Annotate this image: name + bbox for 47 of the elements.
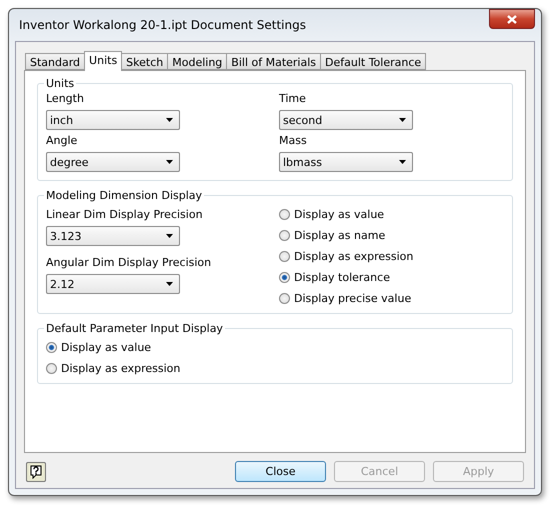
caret-icon — [166, 234, 173, 238]
close-button[interactable] — [489, 9, 535, 29]
field-label: Time — [279, 92, 307, 105]
caret-icon — [399, 118, 406, 122]
radio-button[interactable] — [279, 209, 290, 220]
radio-label: Display tolerance — [294, 271, 390, 284]
dropdown[interactable]: degree — [46, 152, 180, 172]
tab[interactable]: Units — [84, 51, 122, 71]
field-label: Length — [46, 92, 85, 105]
window-title: Inventor Workalong 20-1.ipt Document Settings — [18, 18, 306, 32]
help-button[interactable] — [26, 462, 46, 482]
field-label: Linear Dim Display Precision — [46, 208, 204, 221]
tab[interactable]: Standard — [25, 53, 86, 70]
field-label: Angular Dim Display Precision — [46, 256, 212, 269]
field-label: Mass — [279, 134, 308, 147]
dropdown[interactable]: 3.123 — [46, 226, 180, 246]
radio-button[interactable] — [279, 293, 290, 304]
field-label: Angle — [46, 134, 78, 147]
radio-button[interactable] — [279, 230, 290, 241]
group-title: Modeling Dimension Display — [45, 189, 204, 202]
radio-label: Display as value — [61, 341, 152, 354]
radio-label: Display as name — [294, 229, 386, 242]
radio-button[interactable] — [279, 272, 290, 283]
caret-icon — [166, 160, 173, 164]
help-icon — [29, 464, 43, 478]
radio-label: Display as value — [294, 208, 384, 221]
radio-label: Display precise value — [294, 292, 412, 305]
caret-icon — [166, 118, 173, 122]
dialog-button[interactable]: Close — [235, 461, 326, 482]
radio-label: Display as expression — [294, 250, 414, 263]
dropdown[interactable]: inch — [46, 110, 180, 130]
dropdown[interactable]: 2.12 — [46, 274, 180, 294]
caret-icon — [166, 282, 173, 286]
radio-label: Display as expression — [61, 362, 180, 375]
group-title: Default Parameter Input Display — [45, 322, 224, 335]
tab[interactable]: Default Tolerance — [320, 53, 426, 70]
tab[interactable]: Bill of Materials — [226, 53, 322, 70]
radio-button[interactable] — [46, 342, 57, 353]
radio-button[interactable] — [279, 251, 290, 262]
caret-icon — [399, 160, 406, 164]
dropdown[interactable]: second — [279, 110, 413, 130]
tab[interactable]: Sketch — [121, 53, 168, 70]
dropdown[interactable]: lbmass — [279, 152, 413, 172]
radio-button[interactable] — [46, 363, 57, 374]
tab[interactable]: Modeling — [167, 53, 228, 70]
close-icon — [507, 14, 517, 24]
group-title: Units — [45, 77, 76, 90]
